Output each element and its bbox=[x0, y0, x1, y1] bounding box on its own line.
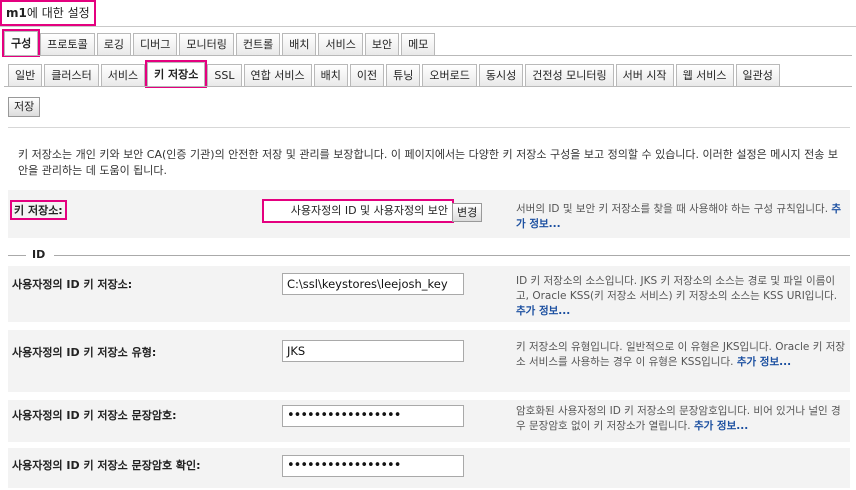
sub-tab-bar: 일반 클러스터 서비스 키 저장소 SSL 연합 서비스 배치 이전 튜닝 오버… bbox=[8, 60, 782, 88]
subtab-deployment[interactable]: 배치 bbox=[313, 64, 348, 86]
custom-identity-passphrase-row: 사용자정의 ID 키 저장소 문장암호: ••••••••••••••••• 암… bbox=[8, 400, 850, 442]
confirm-passphrase-input[interactable]: ••••••••••••••••• bbox=[282, 455, 464, 477]
tab-debug[interactable]: 디버그 bbox=[132, 33, 178, 55]
section-line-right bbox=[54, 255, 850, 256]
subtab-federation-services[interactable]: 연합 서비스 bbox=[243, 64, 312, 86]
subtab-migration[interactable]: 이전 bbox=[349, 64, 385, 86]
title-suffix: 에 대한 설정 bbox=[26, 6, 90, 20]
tab-monitoring[interactable]: 모니터링 bbox=[179, 33, 234, 55]
field-help: ID 키 저장소의 소스입니다. JKS 키 저장소의 소스는 경로 및 파일 … bbox=[516, 274, 846, 319]
field-help: 키 저장소의 유형입니다. 일반적으로 이 유형은 JKS입니다. Oracle… bbox=[516, 340, 846, 370]
custom-identity-keystore-type-row: 사용자정의 ID 키 저장소 유형: JKS 키 저장소의 유형입니다. 일반적… bbox=[8, 330, 850, 392]
subtab-tuning[interactable]: 튜닝 bbox=[386, 64, 421, 86]
keystores-help: 서버의 ID 및 보안 키 저장소를 찾을 때 사용해야 하는 구성 규칙입니다… bbox=[516, 202, 846, 232]
custom-identity-keystore-input[interactable]: C:\ssl\keystores\leejosh_key bbox=[282, 273, 464, 295]
save-button[interactable]: 저장 bbox=[8, 97, 41, 117]
server-name: m1 bbox=[6, 6, 27, 20]
sub-tab-divider bbox=[4, 86, 852, 87]
more-info-link[interactable]: 추가 정보... bbox=[694, 420, 748, 432]
subtab-keystores[interactable]: 키 저장소 bbox=[145, 60, 208, 88]
page-title: m1에 대한 설정 bbox=[0, 0, 96, 26]
more-info-link[interactable]: 추가 정보... bbox=[737, 356, 791, 368]
page-description: 키 저장소는 개인 키와 보안 CA(인증 기관)의 안전한 저장 및 관리를 … bbox=[18, 148, 838, 177]
tab-notes[interactable]: 메모 bbox=[401, 33, 436, 55]
tab-deployments[interactable]: 배치 bbox=[282, 33, 317, 55]
field-help: 암호화된 사용자정의 ID 키 저장소의 문장암호입니다. 비어 있거나 널인 … bbox=[516, 404, 846, 434]
subtab-general[interactable]: 일반 bbox=[8, 64, 43, 86]
tab-control[interactable]: 컨트롤 bbox=[235, 33, 281, 55]
subtab-coherence[interactable]: 일관성 bbox=[735, 64, 780, 86]
keystores-label: 키 저장소: bbox=[10, 200, 67, 220]
field-help-text: 암호화된 사용자정의 ID 키 저장소의 문장암호입니다. 비어 있거나 널인 … bbox=[516, 405, 841, 432]
subtab-server-start[interactable]: 서버 시작 bbox=[615, 64, 674, 86]
top-tab-bar: 구성 프로토콜 로깅 디버그 모니터링 컨트롤 배치 서비스 보안 메모 bbox=[1, 29, 437, 57]
tab-protocols[interactable]: 프로토콜 bbox=[40, 33, 95, 55]
tab-configuration[interactable]: 구성 bbox=[1, 29, 41, 57]
tab-services[interactable]: 서비스 bbox=[318, 33, 363, 55]
subtab-concurrency[interactable]: 동시성 bbox=[478, 64, 524, 86]
field-help-text: 키 저장소의 유형입니다. 일반적으로 이 유형은 JKS입니다. Oracle… bbox=[516, 341, 846, 368]
section-id-header: ID bbox=[8, 248, 850, 262]
subtab-overload[interactable]: 오버로드 bbox=[422, 64, 477, 86]
subtab-services[interactable]: 서비스 bbox=[100, 64, 146, 86]
custom-identity-passphrase-input[interactable]: ••••••••••••••••• bbox=[282, 405, 464, 427]
keystores-help-text: 서버의 ID 및 보안 키 저장소를 찾을 때 사용해야 하는 구성 규칙입니다… bbox=[516, 203, 829, 215]
change-button[interactable]: 변경 bbox=[452, 203, 483, 222]
field-label: 사용자정의 ID 키 저장소 문장암호: bbox=[12, 409, 177, 422]
subtab-web-services[interactable]: 웹 서비스 bbox=[675, 64, 734, 86]
custom-identity-keystore-type-input[interactable]: JKS bbox=[282, 340, 464, 362]
field-label: 사용자정의 ID 키 저장소 문장암호 확인: bbox=[12, 459, 201, 472]
field-label: 사용자정의 ID 키 저장소: bbox=[12, 278, 133, 291]
confirm-passphrase-row: 사용자정의 ID 키 저장소 문장암호 확인: ••••••••••••••••… bbox=[8, 448, 850, 488]
custom-identity-keystore-row: 사용자정의 ID 키 저장소: C:\ssl\keystores\leejosh… bbox=[8, 266, 850, 322]
keystores-value: 사용자정의 ID 및 사용자정의 보안 bbox=[262, 199, 454, 223]
subtab-ssl[interactable]: SSL bbox=[207, 64, 242, 86]
section-id-title: ID bbox=[28, 248, 50, 261]
field-help-text: ID 키 저장소의 소스입니다. JKS 키 저장소의 소스는 경로 및 파일 … bbox=[516, 275, 838, 302]
tab-security[interactable]: 보안 bbox=[364, 33, 400, 55]
toolbar-divider bbox=[8, 127, 850, 128]
field-label: 사용자정의 ID 키 저장소 유형: bbox=[12, 346, 157, 359]
subtab-cluster[interactable]: 클러스터 bbox=[44, 64, 99, 86]
section-line-left bbox=[8, 255, 26, 256]
title-divider bbox=[0, 26, 856, 27]
more-info-link[interactable]: 추가 정보... bbox=[516, 305, 570, 317]
subtab-health-monitoring[interactable]: 건전성 모니터링 bbox=[525, 64, 614, 86]
tab-logging[interactable]: 로깅 bbox=[96, 33, 131, 55]
top-tab-divider bbox=[4, 55, 852, 56]
